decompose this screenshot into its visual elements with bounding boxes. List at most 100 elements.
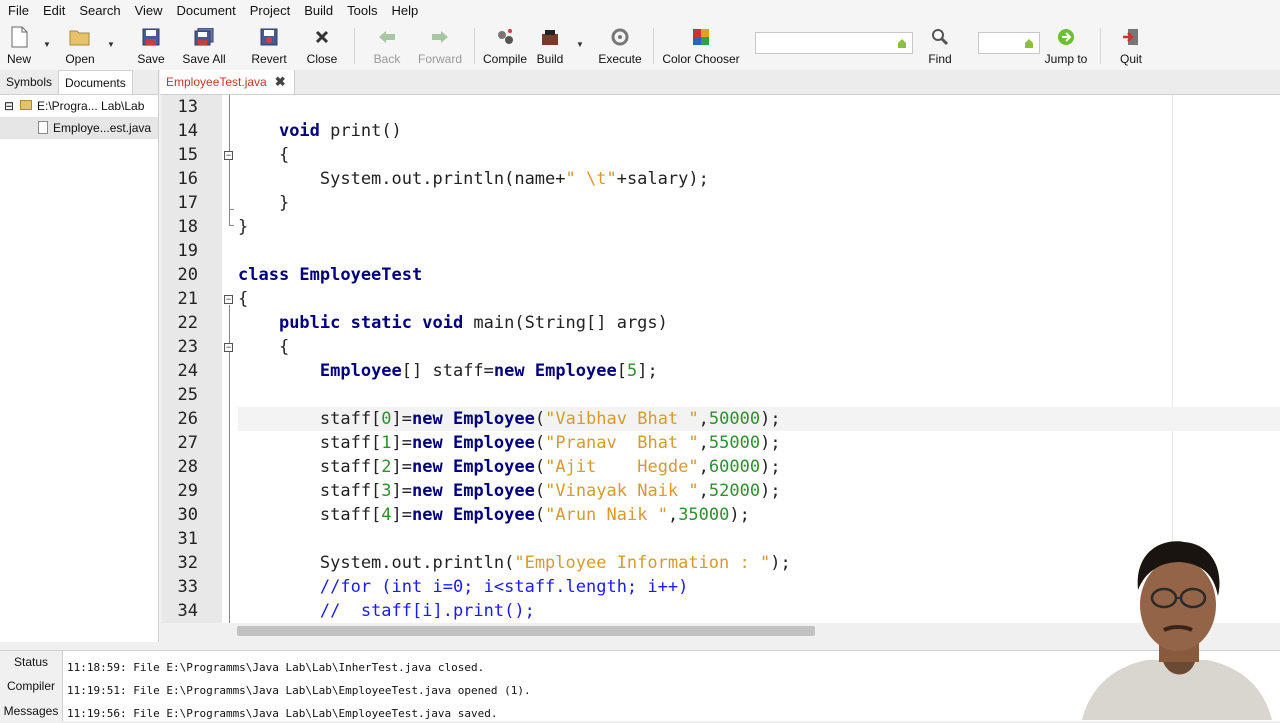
- tab-status[interactable]: Status: [0, 651, 62, 674]
- code-line[interactable]: //for (int i=0; i<staff.length; i++): [238, 575, 688, 599]
- tree-folder-item[interactable]: ⊟ E:\Progra... Lab\Lab: [0, 95, 158, 117]
- menu-edit[interactable]: Edit: [35, 0, 71, 22]
- toolbar-separator: [354, 28, 355, 64]
- save-button[interactable]: Save: [136, 24, 166, 68]
- code-line[interactable]: }: [238, 215, 248, 239]
- menu-build[interactable]: Build: [296, 0, 339, 22]
- fold-toggle-icon[interactable]: −: [224, 151, 233, 160]
- line-number: 22: [177, 313, 198, 333]
- fold-column: [222, 95, 238, 623]
- collapse-icon[interactable]: ⊟: [4, 95, 14, 117]
- menu-project[interactable]: Project: [242, 0, 296, 22]
- open-dropdown-chevron-icon[interactable]: ▼: [107, 40, 115, 49]
- menu-tools[interactable]: Tools: [339, 0, 383, 22]
- code-line[interactable]: staff[2]=new Employee("Ajit Hegde",60000…: [238, 455, 781, 479]
- fold-line: [229, 161, 230, 209]
- code-line[interactable]: staff[0]=new Employee("Vaibhav Bhat ",50…: [238, 407, 781, 431]
- line-number: 25: [177, 385, 198, 405]
- line-number: 18: [177, 217, 198, 237]
- new-button[interactable]: New: [4, 24, 34, 68]
- fold-toggle-icon[interactable]: −: [224, 295, 233, 304]
- line-go-icon[interactable]: [1023, 37, 1035, 49]
- line-number: 27: [177, 433, 198, 453]
- code-line[interactable]: void print(): [238, 119, 402, 143]
- color-chooser-icon: [690, 26, 712, 48]
- menu-help[interactable]: Help: [384, 0, 425, 22]
- toolbar-separator: [653, 28, 654, 64]
- new-dropdown-chevron-icon[interactable]: ▼: [43, 40, 51, 49]
- line-number: 17: [177, 193, 198, 213]
- search-go-icon[interactable]: [896, 37, 908, 49]
- code-line[interactable]: Employee[] staff=new Employee[5];: [238, 359, 658, 383]
- back-button[interactable]: Back: [372, 24, 402, 68]
- compile-icon: [494, 26, 516, 48]
- status-message: 11:18:59: File E:\Programms\Java Lab\Lab…: [67, 661, 485, 674]
- code-line[interactable]: {: [238, 143, 289, 167]
- revert-icon: [258, 26, 280, 48]
- menu-file[interactable]: File: [0, 0, 35, 22]
- code-line[interactable]: // staff[i].print();: [238, 599, 535, 623]
- find-icon: [929, 26, 951, 48]
- line-number: 29: [177, 481, 198, 501]
- execute-icon: [609, 26, 631, 48]
- editor-tabs: EmployeeTest.java ✖: [160, 70, 1280, 95]
- tree-folder-label: E:\Progra... Lab\Lab: [37, 99, 145, 113]
- revert-button[interactable]: Revert: [251, 24, 287, 68]
- line-number: 13: [177, 97, 198, 117]
- fold-end: [229, 209, 234, 210]
- line-number: 16: [177, 169, 198, 189]
- tab-documents[interactable]: Documents: [58, 70, 133, 94]
- code-line[interactable]: }: [238, 191, 289, 215]
- tree-file-item[interactable]: Employe...est.java: [0, 117, 158, 139]
- find-button[interactable]: Find: [926, 24, 954, 68]
- code-line[interactable]: {: [238, 287, 248, 311]
- line-number: 21: [177, 289, 198, 309]
- compile-button[interactable]: Compile: [483, 24, 527, 68]
- editor-tab-label: EmployeeTest.java: [166, 75, 267, 89]
- search-input[interactable]: [755, 32, 913, 54]
- line-number: 34: [177, 601, 198, 621]
- menu-view[interactable]: View: [127, 0, 169, 22]
- tab-employeetest[interactable]: EmployeeTest.java ✖: [160, 70, 295, 94]
- status-message: 11:19:56: File E:\Programms\Java Lab\Lab…: [67, 707, 498, 720]
- code-line[interactable]: System.out.println("Employee Information…: [238, 551, 791, 575]
- menu-search[interactable]: Search: [71, 0, 126, 22]
- open-folder-icon: [69, 26, 91, 48]
- forward-button[interactable]: Forward: [417, 24, 463, 68]
- menu-document[interactable]: Document: [169, 0, 242, 22]
- sidebar: Symbols Documents ⊟ E:\Progra... Lab\Lab…: [0, 70, 159, 642]
- code-line[interactable]: staff[4]=new Employee("Arun Naik ",35000…: [238, 503, 750, 527]
- close-button[interactable]: Close: [306, 24, 338, 68]
- tab-symbols[interactable]: Symbols: [0, 70, 58, 94]
- quit-icon: [1120, 26, 1142, 48]
- color-chooser-button[interactable]: Color Chooser: [662, 24, 740, 68]
- jump-to-button[interactable]: Jump to: [1044, 24, 1088, 68]
- presenter-webcam-overlay: [1082, 541, 1272, 720]
- line-number: 15: [177, 145, 198, 165]
- code-line[interactable]: System.out.println(name+" \t"+salary);: [238, 167, 709, 191]
- code-line[interactable]: staff[1]=new Employee("Pranav Bhat ",550…: [238, 431, 781, 455]
- execute-button[interactable]: Execute: [598, 24, 642, 68]
- build-button[interactable]: Build: [535, 24, 565, 68]
- fold-toggle-icon[interactable]: −: [224, 343, 233, 352]
- line-number: 32: [177, 553, 198, 573]
- line-number: 31: [177, 529, 198, 549]
- line-number: 23: [177, 337, 198, 357]
- jump-to-icon: [1055, 26, 1077, 48]
- close-tab-icon[interactable]: ✖: [275, 74, 286, 90]
- open-button[interactable]: Open: [62, 24, 98, 68]
- toolbar-separator: [474, 28, 475, 64]
- tab-compiler[interactable]: Compiler: [0, 675, 62, 698]
- code-line[interactable]: staff[3]=new Employee("Vinayak Naik ",52…: [238, 479, 781, 503]
- line-number-input[interactable]: [978, 32, 1040, 54]
- save-all-button[interactable]: Save All: [182, 24, 226, 68]
- scrollbar-thumb[interactable]: [237, 626, 815, 636]
- toolbar-separator: [1100, 28, 1101, 64]
- build-icon: [539, 26, 561, 48]
- file-icon: [38, 121, 48, 134]
- code-line[interactable]: class EmployeeTest: [238, 263, 422, 287]
- build-dropdown-chevron-icon[interactable]: ▼: [576, 40, 584, 49]
- code-line[interactable]: public static void main(String[] args): [238, 311, 668, 335]
- quit-button[interactable]: Quit: [1116, 24, 1146, 68]
- code-line[interactable]: {: [238, 335, 289, 359]
